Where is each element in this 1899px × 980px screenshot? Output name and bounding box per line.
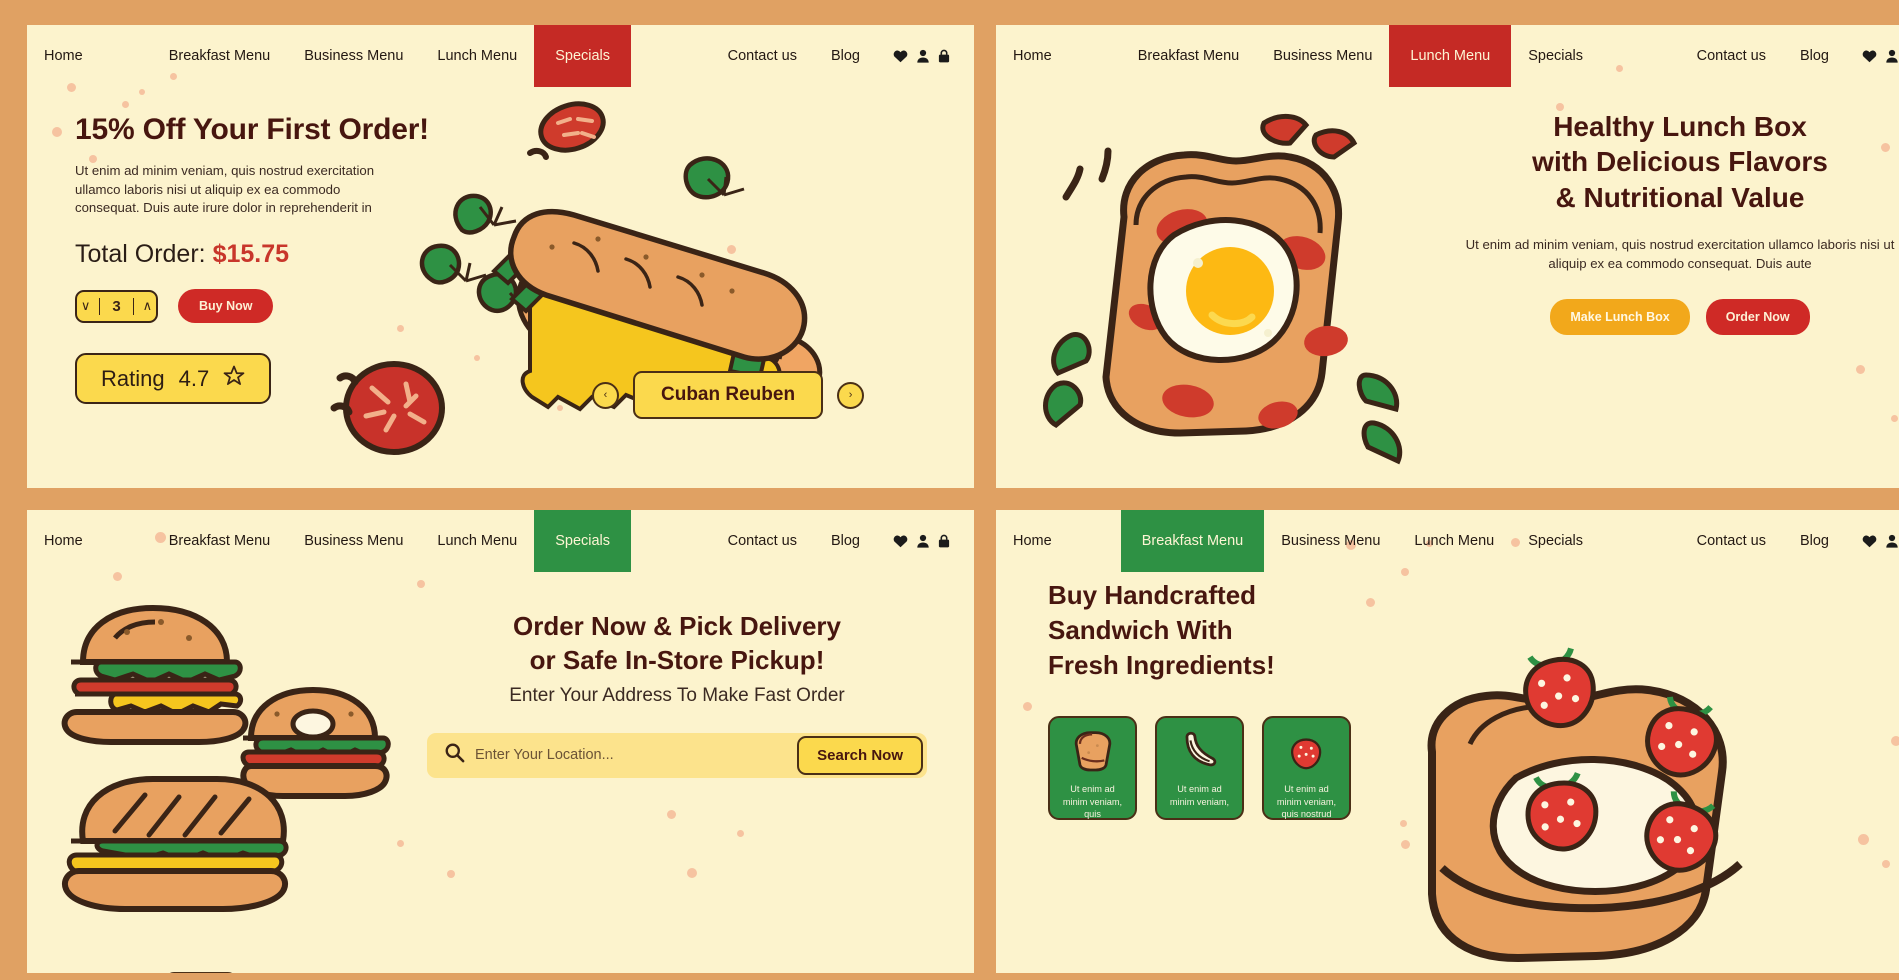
user-icon[interactable] [1886,49,1898,63]
nav-item-contact-us[interactable]: Contact us [711,533,814,549]
grilled-sandwich-illustration [61,776,289,912]
panel-order-delivery: Home Breakfast Menu Business Menu Lunch … [27,510,974,973]
nav-item-contact-us[interactable]: Contact us [1680,48,1783,64]
nav-item-home[interactable]: Home [996,25,1069,87]
nav-item-blog[interactable]: Blog [1783,533,1846,549]
nav-item-breakfast-menu[interactable]: Breakfast Menu [152,510,288,572]
rating-badge-burger: 4.2 [165,972,238,973]
strawberry-toast-illustration [1427,647,1743,963]
total-order-price: $15.75 [212,240,290,269]
panel-healthy-lunch-box: Home Breakfast Menu Business Menu Lunch … [996,25,1899,488]
user-icon[interactable] [917,49,929,63]
nav-item-breakfast-menu[interactable]: Breakfast Menu [1121,25,1257,87]
ingredient-cards: Ut enim ad minim veniam, quis Ut enim ad… [1048,716,1448,821]
nav-item-specials[interactable]: Specials [1511,510,1600,572]
nav-item-specials-active[interactable]: Specials [534,25,632,87]
panel-promo-first-order: Home Breakfast Menu Business Menu Lunch … [27,25,974,488]
nav-item-lunch-menu[interactable]: Lunch Menu [420,25,534,87]
panel3-subheading: Enter Your Address To Make Fast Order [509,684,845,706]
user-icon[interactable] [917,534,929,548]
nav-item-business-menu[interactable]: Business Menu [1264,510,1397,572]
bread-slice-icon [1071,730,1115,775]
nav-item-business-menu[interactable]: Business Menu [287,510,420,572]
heart-icon[interactable] [893,49,908,63]
nav-item-blog[interactable]: Blog [814,533,877,549]
nav-item-home[interactable]: Home [27,510,100,572]
page-title-panel3: Order Now & Pick Delivery or Safe In-Sto… [427,610,927,678]
user-icon[interactable] [1886,534,1898,548]
nav-item-lunch-menu[interactable]: Lunch Menu [420,510,534,572]
panel2-body-text: Ut enim ad minim veniam, quis nostrud ex… [1465,236,1895,271]
card-text: Ut enim ad minim veniam, [1169,784,1230,807]
nav-item-contact-us[interactable]: Contact us [711,48,814,64]
card-text: Ut enim ad minim veniam, quis nostrud [1276,784,1337,820]
search-icon [445,743,465,767]
panel2-heading-line1: Healthy Lunch Box [1553,111,1807,142]
ingredient-card[interactable]: Ut enim ad minim veniam, [1155,716,1244,821]
total-order-label: Total Order: [75,240,206,269]
rating-label: Rating [101,365,165,391]
egg-toast-illustration [1043,114,1403,465]
navbar-panel4: Home Breakfast Menu Business Menu Lunch … [996,510,1899,572]
ingredient-card[interactable]: Ut enim ad minim veniam, quis nostrud [1262,716,1351,821]
buy-now-button[interactable]: Buy Now [178,289,274,324]
strawberry-icon [1285,730,1329,775]
nav-item-breakfast-menu[interactable]: Breakfast Menu [152,25,288,87]
stepper-decrement-icon[interactable]: ∨ [72,298,100,314]
heart-icon[interactable] [1862,49,1877,63]
rating-badge-panel1: Rating 4.7 [75,353,272,405]
search-now-button[interactable]: Search Now [797,735,923,775]
navbar-panel2: Home Breakfast Menu Business Menu Lunch … [996,25,1899,87]
nav-item-contact-us[interactable]: Contact us [1680,533,1783,549]
navbar-panel3: Home Breakfast Menu Business Menu Lunch … [27,510,974,572]
carousel-next-icon[interactable]: › [837,381,865,409]
star-icon [223,365,245,392]
nav-item-home[interactable]: Home [27,25,100,87]
panel4-heading-line1: Buy Handcrafted [1048,580,1257,610]
page-title-panel1: 15% Off Your First Order! [75,113,429,146]
search-input[interactable] [475,747,798,764]
carousel-prev-icon[interactable]: ‹ [592,381,619,409]
ingredient-card[interactable]: Ut enim ad minim veniam, quis [1048,716,1137,821]
location-search-bar[interactable]: Search Now [427,732,927,778]
product-name-label: Cuban Reuben [633,371,824,419]
nav-item-business-menu[interactable]: Business Menu [1256,25,1389,87]
product-carousel: ‹ Cuban Reuben › [592,371,865,419]
total-order-row: Total Order: $15.75 [75,240,457,269]
nav-item-lunch-menu[interactable]: Lunch Menu [1397,510,1511,572]
quantity-value: 3 [99,297,134,315]
make-lunch-box-button[interactable]: Make Lunch Box [1550,299,1690,336]
panel-handcrafted-sandwich: Home Breakfast Menu Business Menu Lunch … [996,510,1899,973]
nav-item-business-menu[interactable]: Business Menu [287,25,420,87]
stepper-increment-icon[interactable]: ∧ [134,298,162,314]
page-title-panel2: Healthy Lunch Box with Delicious Flavors… [1465,109,1895,215]
nav-item-lunch-menu-active[interactable]: Lunch Menu [1389,25,1512,87]
landing-page-board: Home Breakfast Menu Business Menu Lunch … [0,0,1899,980]
panel3-heading-line2: or Safe In-Store Pickup! [529,644,825,675]
panel1-body-text: Ut enim ad minim veniam, quis nostrud ex… [75,163,375,216]
nav-item-specials[interactable]: Specials [1511,25,1600,87]
heart-icon[interactable] [1862,534,1877,548]
page-title-panel4: Buy Handcrafted Sandwich With Fresh Ingr… [1048,578,1448,682]
banana-icon [1178,730,1222,775]
nav-item-blog[interactable]: Blog [1783,48,1846,64]
nav-item-blog[interactable]: Blog [814,48,877,64]
panel4-heading-line3: Fresh Ingredients! [1048,649,1275,680]
rating-value: 4.7 [178,365,210,391]
panel2-heading-line2: with Delicious Flavors [1532,146,1828,178]
lock-icon[interactable] [938,534,950,548]
panel2-heading-line3: & Nutritional Value [1555,181,1805,213]
nav-item-specials-active[interactable]: Specials [534,510,632,572]
lock-icon[interactable] [938,49,950,63]
card-text: Ut enim ad minim veniam, quis [1062,784,1123,820]
quantity-stepper[interactable]: ∨ 3 ∧ [72,289,158,323]
panel3-heading-line1: Order Now & Pick Delivery [512,611,842,641]
heart-icon[interactable] [893,534,908,548]
order-now-button[interactable]: Order Now [1705,299,1810,336]
panel4-heading-line2: Sandwich With [1048,614,1233,645]
navbar-panel1: Home Breakfast Menu Business Menu Lunch … [27,25,974,87]
nav-item-breakfast-menu-active[interactable]: Breakfast Menu [1120,510,1265,572]
nav-item-home[interactable]: Home [996,510,1069,572]
